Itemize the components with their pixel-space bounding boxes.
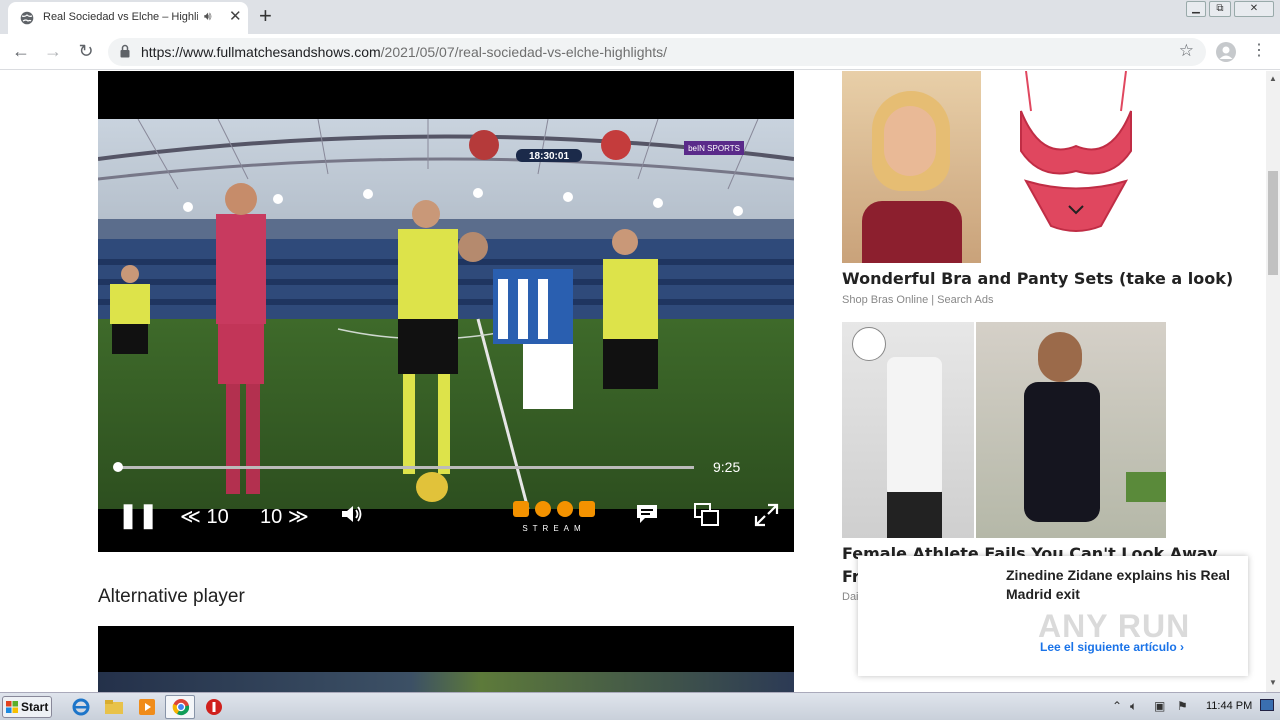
start-button[interactable]: Start (2, 696, 52, 718)
rewind-10-button[interactable]: ≪ 10 (180, 504, 229, 529)
fullscreen-icon[interactable] (754, 503, 779, 527)
back-arrow-icon[interactable]: ← (10, 40, 32, 62)
ad-source-2[interactable]: Dai (842, 591, 859, 603)
url-text[interactable]: https://www.fullmatchesandshows.com/2021… (141, 44, 667, 60)
lock-icon (120, 44, 130, 58)
ad-image-bra-model[interactable] (842, 71, 981, 263)
tab-active[interactable]: Real Sociedad vs Elche – Highlig 🔊︎ ✕ (8, 2, 248, 34)
ad-source-1[interactable]: Shop Bras Online | Search Ads (842, 294, 993, 306)
next-article-link[interactable]: Lee el siguiente artículo › (1040, 640, 1184, 654)
new-tab-button[interactable]: + (259, 4, 272, 28)
video-frame[interactable]: 18:30:01 beIN SPORTS (98, 119, 794, 509)
windows-flag-icon (6, 701, 18, 713)
time-remaining: 9:25 (713, 459, 741, 475)
web-page: 18:30:01 beIN SPORTS 9:25 ❚❚ ≪ 10 10 ≫ S… (0, 71, 1266, 692)
tray-expand-icon[interactable]: ⌃ (1112, 699, 1122, 713)
double-chevron-left-icon: ≪ (180, 506, 201, 528)
speaker-icon[interactable]: 🔊︎ (204, 9, 212, 24)
forward-10-button[interactable]: 10 ≫ (260, 504, 309, 529)
score-clock: 18:30:01 (529, 151, 569, 162)
ad-image-volleyball[interactable] (842, 322, 974, 538)
ad-image-swimmer[interactable] (976, 322, 1166, 538)
close-window-button[interactable]: ✕ (1234, 1, 1274, 17)
tab-title: Real Sociedad vs Elche – Highlig (43, 11, 198, 23)
stop-icon[interactable] (203, 697, 225, 717)
ad-title-1[interactable]: Wonderful Bra and Panty Sets (take a loo… (842, 269, 1233, 288)
chrome-taskbar-button[interactable] (165, 695, 195, 719)
pause-icon[interactable]: ❚❚ (118, 501, 158, 530)
internet-explorer-icon[interactable] (70, 697, 92, 717)
tray-flag-icon[interactable]: ⚑ (1177, 699, 1188, 713)
double-chevron-right-icon: ≫ (287, 506, 309, 528)
kebab-menu-icon[interactable]: ⋮ (1250, 41, 1268, 61)
tab-strip: Real Sociedad vs Elche – Highlig 🔊︎ ✕ + … (0, 0, 1280, 34)
channel-logo: beIN SPORTS (688, 144, 740, 153)
restore-button[interactable]: ⧉ (1209, 1, 1231, 17)
profile-avatar[interactable] (1216, 42, 1236, 62)
scroll-up-arrow-icon[interactable]: ▲ (1269, 74, 1277, 83)
taskbar: Start ⌃ 🔈︎ ▣ ⚑ 11:44 PM (0, 692, 1280, 720)
bookmark-star-icon[interactable]: ☆ (1179, 41, 1194, 61)
globe-icon (20, 11, 34, 25)
address-bar[interactable]: https://www.fullmatchesandshows.com/2021… (108, 38, 1206, 66)
video-player[interactable]: 18:30:01 beIN SPORTS 9:25 ❚❚ ≪ 10 10 ≫ S… (98, 71, 794, 552)
tray-volume-icon[interactable]: 🔈︎ (1130, 699, 1137, 714)
file-explorer-icon[interactable] (103, 697, 125, 717)
media-player-icon[interactable] (136, 697, 158, 717)
person-icon (1219, 46, 1233, 59)
ad-image-lingerie[interactable] (981, 71, 1169, 263)
taskbar-clock[interactable]: 11:44 PM (1206, 700, 1252, 712)
page-scrollbar[interactable]: ▲ ▼ (1266, 71, 1280, 692)
stream-logo: STREAM (513, 501, 595, 533)
chat-icon[interactable] (635, 503, 659, 525)
chrome-icon (172, 699, 190, 716)
browser-toolbar: ← → ↻ https://www.fullmatchesandshows.co… (0, 34, 1280, 70)
next-article-popup[interactable]: Zinedine Zidane explains his Real Madrid… (858, 556, 1248, 676)
tray-network-icon[interactable]: ▣ (1154, 699, 1165, 713)
minimize-button[interactable]: ▁ (1186, 1, 1206, 17)
show-desktop-button[interactable] (1260, 699, 1274, 711)
close-tab-icon[interactable]: ✕ (229, 8, 242, 26)
scroll-down-arrow-icon[interactable]: ▼ (1269, 678, 1277, 687)
forward-arrow-icon[interactable]: → (42, 40, 64, 62)
reload-icon[interactable]: ↻ (75, 40, 97, 62)
alternative-video-player[interactable] (98, 626, 794, 692)
popup-title[interactable]: Zinedine Zidane explains his Real Madrid… (1006, 566, 1236, 604)
volume-icon[interactable] (340, 503, 364, 525)
seek-bar[interactable] (118, 466, 694, 469)
picture-in-picture-icon[interactable] (694, 503, 720, 527)
seek-handle[interactable] (113, 462, 123, 472)
alternative-player-heading: Alternative player (98, 586, 245, 607)
scrollbar-thumb[interactable] (1268, 171, 1278, 275)
